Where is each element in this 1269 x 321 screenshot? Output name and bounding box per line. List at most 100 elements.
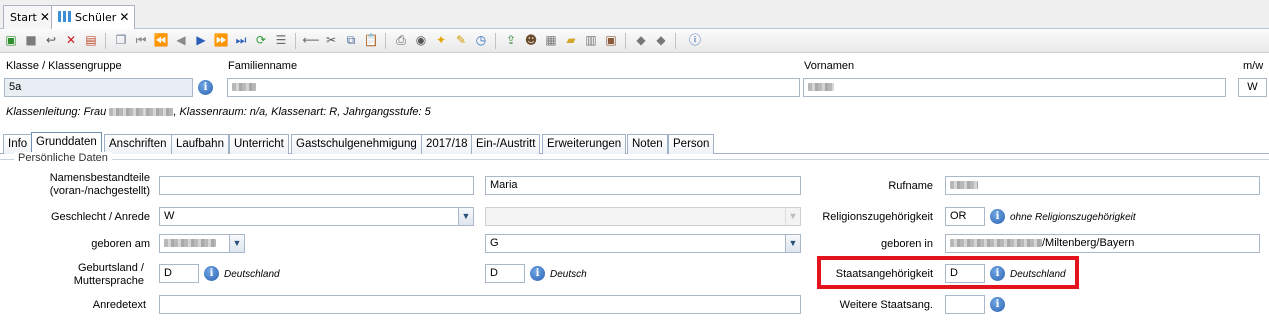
tab-person[interactable]: Person	[668, 134, 715, 154]
tab-laufbahn[interactable]: Laufbahn	[171, 134, 229, 154]
prev-page-icon[interactable]: ⏪	[152, 32, 170, 49]
info-icon[interactable]: i	[530, 266, 545, 281]
idea-icon[interactable]: ✦	[432, 32, 450, 49]
doc-tab-schueler-label: Schüler	[75, 11, 117, 24]
refresh-icon[interactable]: ⟳	[252, 32, 270, 49]
section-title: Persönliche Daten	[14, 152, 112, 164]
anrede-select: ▼	[485, 207, 801, 226]
geboren-in-suffix: /Miltenberg/Bayern	[1042, 237, 1135, 249]
chevron-down-icon[interactable]: ▼	[229, 235, 244, 252]
second-name-field[interactable]: Maria	[485, 176, 801, 195]
chevron-down-icon[interactable]: ▼	[785, 235, 800, 252]
section-divider	[0, 159, 1269, 160]
copy-icon[interactable]: ❐	[112, 32, 130, 49]
toolbar-separator	[295, 33, 296, 49]
geschlecht-value: W	[164, 210, 175, 222]
prev-record-icon[interactable]: ◀	[172, 32, 190, 49]
redacted-text	[109, 108, 174, 117]
weitere-staatsang-label: Weitere Staatsang.	[839, 299, 933, 311]
tab-gastschulgenehmigung[interactable]: Gastschulgenehmigung	[291, 134, 422, 154]
muttersprache-hint: Deutsch	[550, 269, 587, 280]
folder-icon[interactable]: ▰	[562, 32, 580, 49]
geschlecht-select[interactable]: W ▼	[159, 207, 474, 226]
klassenleitung-info: Klassenleitung: Frau , Klassenraum: n/a,…	[6, 106, 431, 118]
g-select[interactable]: G ▼	[485, 234, 801, 253]
klasse-field[interactable]: 5a	[4, 78, 193, 97]
g-value: G	[490, 237, 499, 249]
klassenleitung-prefix: Klassenleitung: Frau	[6, 106, 107, 118]
toolbar-separator	[385, 33, 386, 49]
info-icon[interactable]: i	[204, 266, 219, 281]
clock-icon[interactable]: ◷	[472, 32, 490, 49]
paste-icon[interactable]: 📋	[362, 32, 380, 49]
tab-erweiterungen[interactable]: Erweiterungen	[542, 134, 627, 154]
help-icon[interactable]: ⓘ	[686, 32, 704, 49]
last-record-icon[interactable]: ⏭	[232, 32, 250, 49]
chevron-down-icon: ▼	[785, 208, 800, 225]
klassenleitung-suffix: , Klassenraum: n/a, Klassenart: R, Jahrg…	[173, 106, 431, 118]
geboren-am-field[interactable]: ▼	[159, 234, 245, 253]
save-icon[interactable]: ■	[22, 32, 40, 49]
cut-icon[interactable]: ✂	[322, 32, 340, 49]
tab-unterricht[interactable]: Unterricht	[229, 134, 289, 154]
preview-icon[interactable]: ◉	[412, 32, 430, 49]
document-tab-bar: Start ✕ Schüler ✕	[0, 0, 1269, 30]
geboren-in-label: geboren in	[881, 238, 933, 250]
arrow-left-icon[interactable]: ◆	[632, 32, 650, 49]
info-icon[interactable]: i	[198, 80, 213, 95]
toolbar-separator	[105, 33, 106, 49]
tab-anschriften[interactable]: Anschriften	[104, 134, 172, 154]
tab-info[interactable]: Info	[3, 134, 33, 154]
geburtsland-hint: Deutschland	[224, 269, 280, 280]
toolbar-separator	[495, 33, 496, 49]
arrow-right-icon[interactable]: ◆	[652, 32, 670, 49]
tab-bar: Info Grunddaten Anschriften Laufbahn Unt…	[0, 130, 1269, 155]
doc-tab-start-label: Start	[10, 11, 37, 24]
vornamen-field[interactable]	[803, 78, 1226, 97]
first-record-icon[interactable]: ⏮	[132, 32, 150, 49]
close-icon[interactable]: ✕	[40, 10, 50, 24]
tab-schuljahr[interactable]: 2017/18	[421, 134, 473, 154]
info-icon[interactable]: i	[990, 297, 1005, 312]
info-icon[interactable]: i	[990, 209, 1005, 224]
form-icon[interactable]: ▤	[82, 32, 100, 49]
next-page-icon[interactable]: ⏩	[212, 32, 230, 49]
namensbestandteile-label: Namensbestandteile (voran-/nachgestellt)	[49, 172, 150, 197]
delete-icon[interactable]: ✕	[62, 32, 80, 49]
undo-icon[interactable]: ↩	[42, 32, 60, 49]
mw-field[interactable]: W	[1238, 78, 1267, 97]
tab-noten[interactable]: Noten	[627, 134, 668, 154]
list-icon[interactable]: ☰	[272, 32, 290, 49]
weitere-staatsang-field[interactable]	[945, 295, 985, 314]
religion-field[interactable]: OR	[945, 207, 985, 226]
close-icon[interactable]: ✕	[119, 10, 129, 24]
copy-doc-icon[interactable]: ⧉	[342, 32, 360, 49]
redacted-text	[950, 239, 1042, 248]
religion-label: Religionszugehörigkeit	[822, 211, 933, 223]
chevron-down-icon[interactable]: ▼	[458, 208, 473, 225]
print-icon[interactable]: ⎙	[392, 32, 410, 49]
geboren-in-field[interactable]: /Miltenberg/Bayern	[945, 234, 1260, 253]
religion-hint: ohne Religionszugehörigkeit	[1010, 212, 1136, 223]
person-icon[interactable]: ☻	[522, 32, 540, 49]
tab-ein-austritt[interactable]: Ein-/Austritt	[471, 134, 541, 154]
back-arrow-icon[interactable]: ⟵	[302, 32, 320, 49]
pattern-icon[interactable]: ▦	[542, 32, 560, 49]
doc-tab-start[interactable]: Start ✕	[3, 5, 56, 29]
familienname-field[interactable]	[227, 78, 800, 97]
next-record-icon[interactable]: ▶	[192, 32, 210, 49]
doc-tab-schueler[interactable]: Schüler ✕	[51, 5, 136, 30]
mw-label: m/w	[1243, 60, 1264, 72]
geburtsland-field[interactable]: D	[159, 264, 199, 283]
export-icon[interactable]: ⇪	[502, 32, 520, 49]
anredetext-field[interactable]	[159, 295, 801, 314]
geburtsland-label: Geburtsland / Muttersprache	[73, 262, 144, 287]
rufname-field[interactable]	[945, 176, 1260, 195]
new-record-icon[interactable]: ▣	[2, 32, 20, 49]
namensbestandteile-field[interactable]	[159, 176, 474, 195]
redacted-text	[950, 181, 978, 190]
id-card-icon[interactable]: ▣	[602, 32, 620, 49]
muttersprache-field[interactable]: D	[485, 264, 525, 283]
clean-icon[interactable]: ✎	[452, 32, 470, 49]
book-icon[interactable]: ▥	[582, 32, 600, 49]
